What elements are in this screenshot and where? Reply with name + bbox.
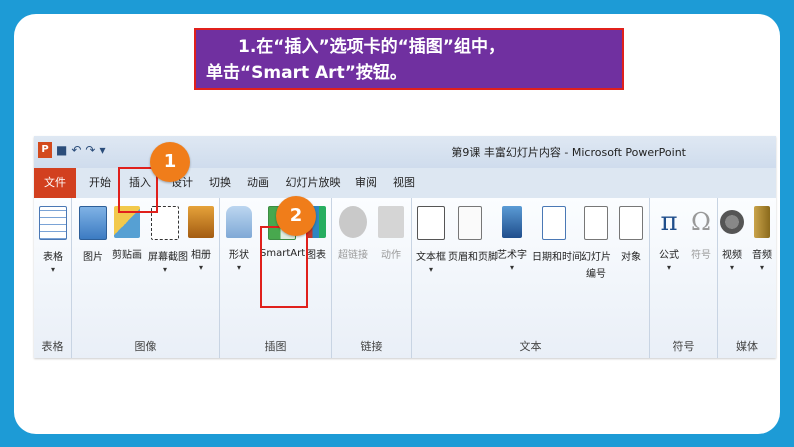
picture-button[interactable]: 图片 — [76, 206, 110, 263]
group-label-media: 媒体 — [736, 340, 758, 353]
textbox-icon — [417, 206, 445, 240]
ribbon-panel: 表格 ▾ 表格 图片 剪贴画 屏幕截图 ▾ 相册 ▾ 图像 形状 ▾ Smart… — [34, 198, 776, 358]
photo-album-icon — [188, 206, 214, 238]
wordart-button[interactable]: 艺术字 ▾ — [494, 206, 530, 272]
screenshot-button[interactable]: 屏幕截图 ▾ — [148, 206, 188, 274]
tab-file[interactable]: 文件 — [34, 168, 76, 198]
equation-button[interactable]: π 公式 ▾ — [652, 206, 686, 272]
tab-transitions[interactable]: 切换 — [202, 168, 238, 198]
tab-view[interactable]: 视图 — [386, 168, 422, 198]
omega-icon: Ω — [691, 208, 711, 236]
wordart-icon — [502, 206, 522, 238]
group-tables: 表格 ▾ 表格 — [34, 198, 72, 358]
group-label-illustrations: 插图 — [264, 340, 287, 353]
tab-animations[interactable]: 动画 — [240, 168, 276, 198]
group-images: 图片 剪贴画 屏幕截图 ▾ 相册 ▾ 图像 — [72, 198, 220, 358]
callout-badge-2: 2 — [276, 196, 316, 236]
film-reel-icon — [720, 210, 744, 234]
callout-badge-1: 1 — [150, 142, 190, 182]
group-text: 文本框 ▾ 页眉和页脚 艺术字 ▾ 日期和时间 幻灯片 编号 对象 文本 — [412, 198, 650, 358]
powerpoint-logo-icon: P — [38, 142, 52, 158]
insert-tab-highlight — [118, 167, 158, 213]
save-icon[interactable]: ■ — [56, 143, 67, 157]
hyperlink-button[interactable]: 超链接 — [336, 206, 370, 261]
action-icon — [378, 206, 404, 238]
calendar-icon — [542, 206, 566, 240]
tab-slideshow[interactable]: 幻灯片放映 — [280, 168, 346, 198]
window-title: 第9课 丰富幻灯片内容 - Microsoft PowerPoint — [451, 146, 686, 159]
clipart-button[interactable]: 剪贴画 — [110, 206, 144, 261]
header-footer-button[interactable]: 页眉和页脚 — [448, 206, 498, 263]
object-icon — [619, 206, 643, 240]
audio-button[interactable]: 音频 ▾ — [748, 206, 776, 272]
instruction-line-1: 1.在“插入”选项卡的“插图”组中， — [238, 37, 505, 57]
group-label-tables: 表格 — [41, 340, 64, 353]
hyperlink-icon — [339, 206, 367, 238]
tab-home[interactable]: 开始 — [82, 168, 118, 198]
object-button[interactable]: 对象 — [614, 206, 648, 263]
title-bar: P ■ ↶ ↷ ▾ 第9课 丰富幻灯片内容 - Microsoft PowerP… — [34, 136, 776, 168]
video-button[interactable]: 视频 ▾ — [718, 206, 746, 272]
pi-icon: π — [660, 207, 678, 237]
table-button[interactable]: 表格 ▾ — [36, 206, 70, 274]
date-time-button[interactable]: 日期和时间 — [532, 206, 582, 263]
shapes-button[interactable]: 形状 ▾ — [222, 206, 256, 272]
quick-access-toolbar: P ■ ↶ ↷ ▾ — [38, 142, 106, 158]
tab-review[interactable]: 审阅 — [348, 168, 384, 198]
instruction-banner: 1.在“插入”选项卡的“插图”组中， 单击“Smart Art”按钮。 — [194, 28, 624, 90]
ribbon-screenshot: P ■ ↶ ↷ ▾ 第9课 丰富幻灯片内容 - Microsoft PowerP… — [34, 136, 776, 358]
group-label-links: 链接 — [360, 340, 383, 353]
group-links: 超链接 动作 链接 — [332, 198, 412, 358]
table-icon — [39, 206, 67, 240]
slide-number-button[interactable]: 幻灯片 编号 — [578, 206, 614, 280]
photo-album-button[interactable]: 相册 ▾ — [184, 206, 218, 272]
group-label-text: 文本 — [519, 340, 542, 353]
smartart-highlight — [260, 226, 308, 308]
group-label-images: 图像 — [134, 340, 157, 353]
action-button[interactable]: 动作 — [374, 206, 408, 261]
slide-frame: 1.在“插入”选项卡的“插图”组中， 单击“Smart Art”按钮。 P ■ … — [14, 14, 780, 434]
symbol-button[interactable]: Ω 符号 — [684, 206, 718, 261]
group-symbols: π 公式 ▾ Ω 符号 符号 — [650, 198, 718, 358]
speaker-icon — [754, 206, 770, 238]
group-media: 视频 ▾ 音频 ▾ 媒体 — [718, 198, 776, 358]
instruction-line-2: 单击“Smart Art”按钮。 — [206, 63, 407, 83]
redo-icon[interactable]: ↷ — [85, 143, 95, 157]
slide-number-icon — [584, 206, 608, 240]
customize-qat-icon[interactable]: ▾ — [99, 143, 105, 157]
shapes-icon — [226, 206, 252, 238]
undo-icon[interactable]: ↶ — [71, 143, 81, 157]
picture-icon — [79, 206, 107, 240]
group-label-symbols: 符号 — [672, 340, 695, 353]
header-footer-icon — [458, 206, 482, 240]
textbox-button[interactable]: 文本框 ▾ — [414, 206, 448, 274]
